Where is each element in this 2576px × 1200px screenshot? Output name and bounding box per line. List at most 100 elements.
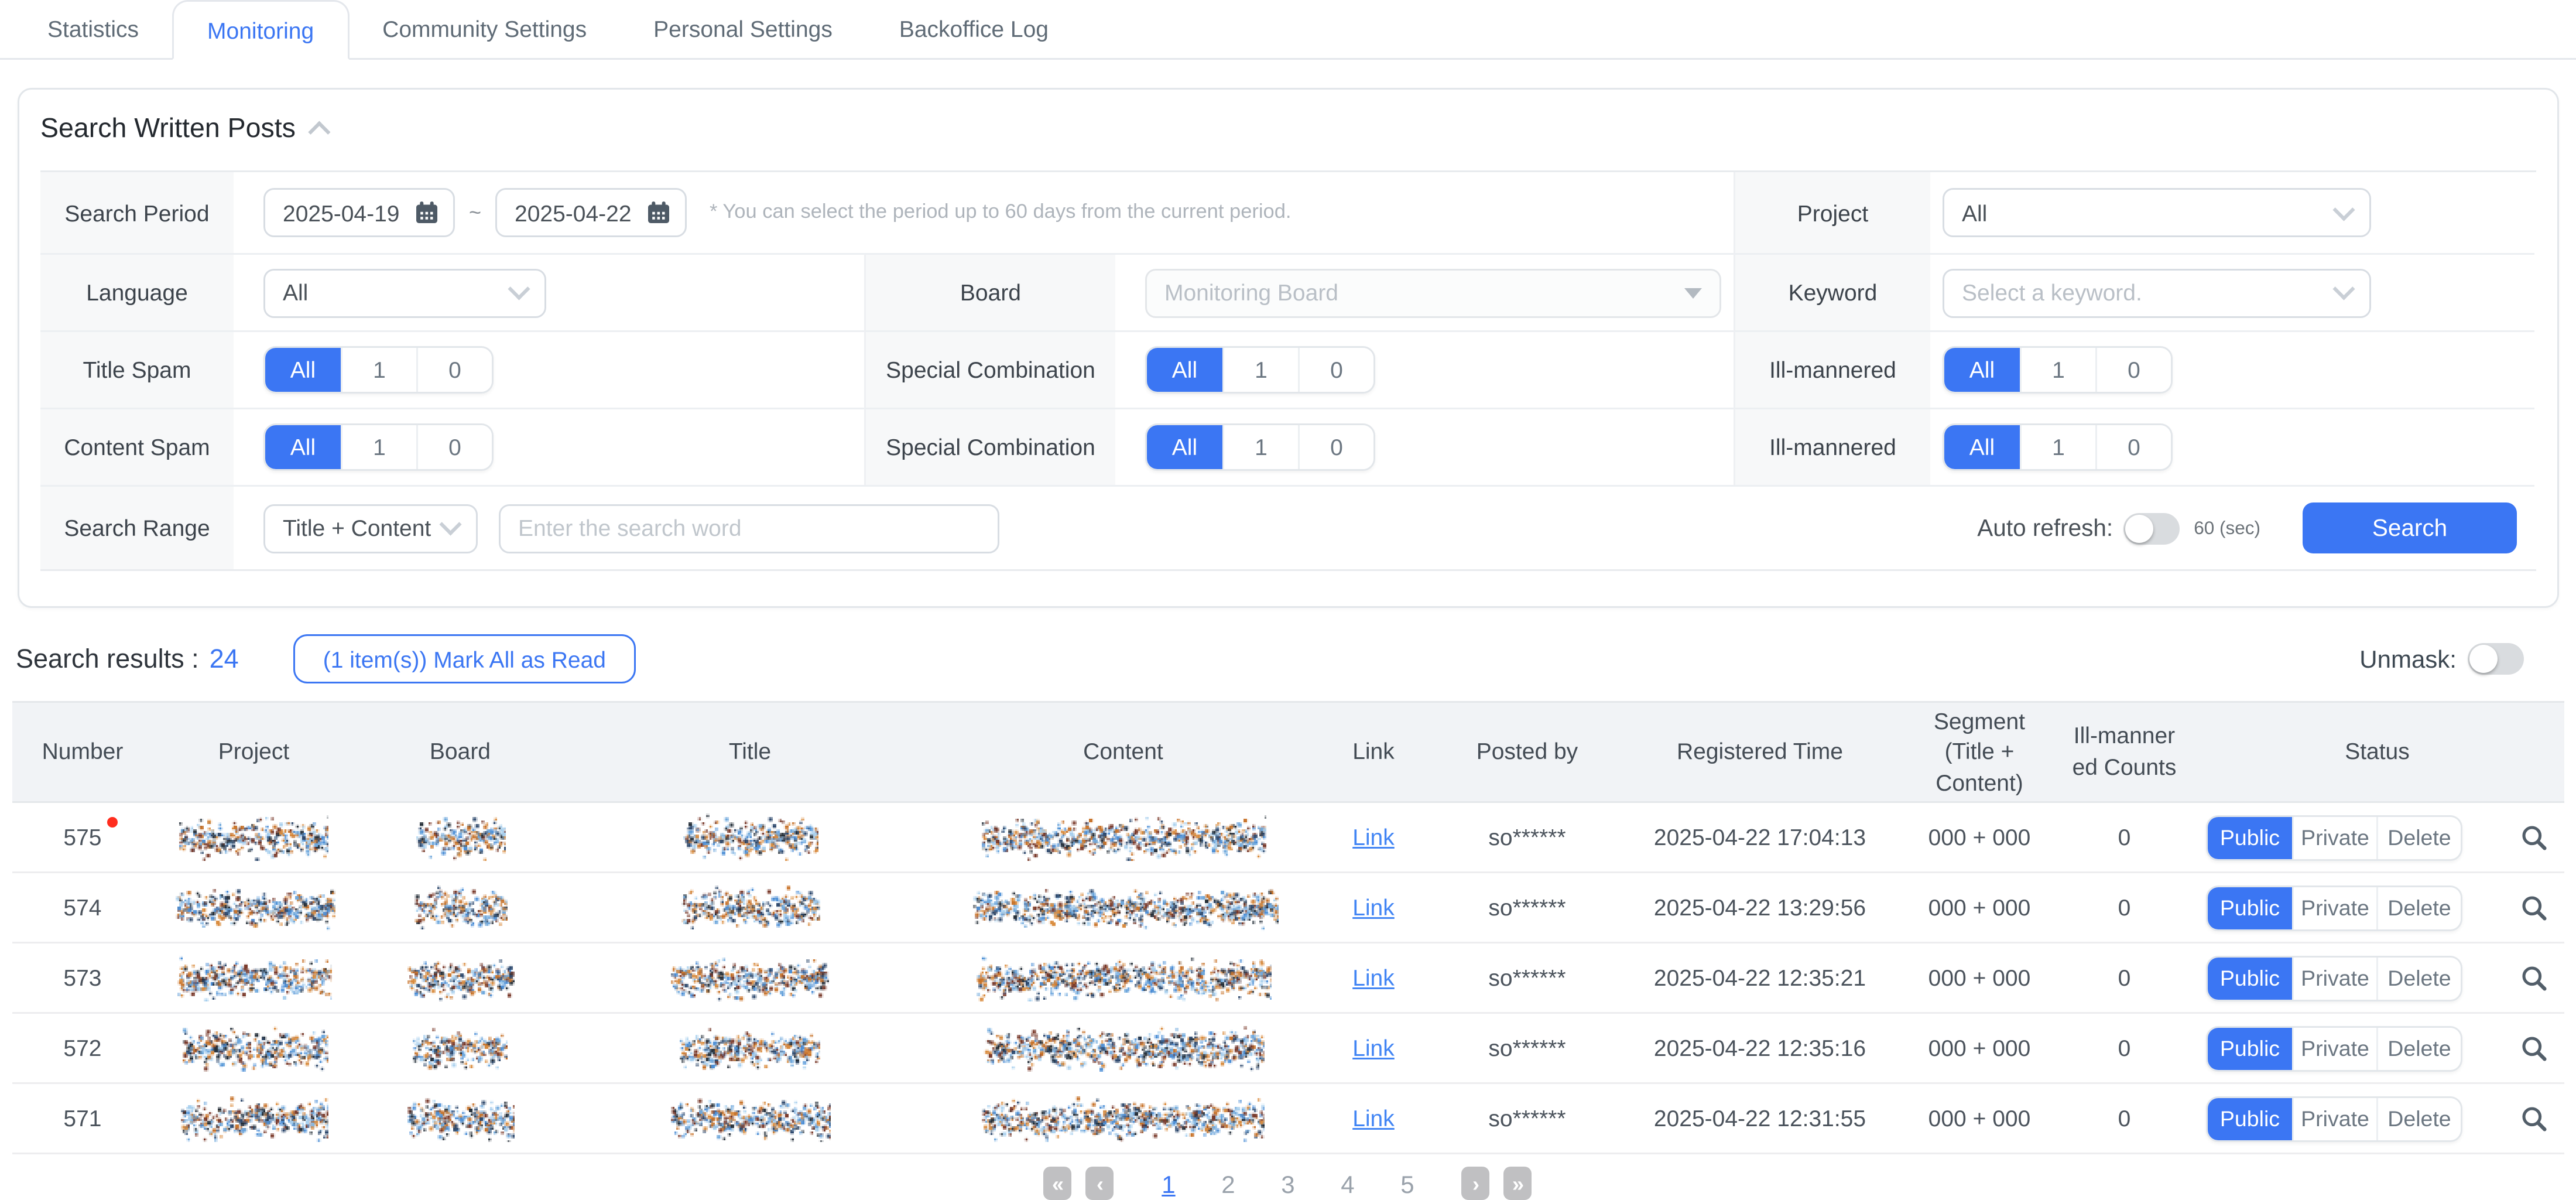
title-spam-all-button[interactable]: All xyxy=(265,348,341,392)
chevron-down-icon xyxy=(439,513,461,535)
masked-title-text xyxy=(683,813,818,861)
ill-mannered-0-button[interactable]: 0 xyxy=(2095,348,2171,392)
special-combination-0-button[interactable]: 0 xyxy=(1298,348,1373,392)
table-row: 574 Link so****** 2025-04-22 13:29:56 00… xyxy=(12,873,2564,943)
title-spam-1-button[interactable]: 1 xyxy=(341,348,416,392)
post-link[interactable]: Link xyxy=(1352,1035,1395,1061)
project-value: All xyxy=(1962,200,1987,226)
prev-page-button[interactable]: ‹ xyxy=(1086,1167,1114,1200)
search-word-input[interactable]: Enter the search word xyxy=(499,504,999,553)
ill-mannered-all-button[interactable]: All xyxy=(1944,348,2020,392)
post-link[interactable]: Link xyxy=(1352,965,1395,991)
ill-mannered-label: Ill-mannered xyxy=(1734,330,1930,408)
status-public-button[interactable]: Public xyxy=(2208,887,2292,929)
ill-mannered-all-button[interactable]: All xyxy=(1944,425,2020,469)
ill-mannered-1-button[interactable]: 1 xyxy=(2020,348,2095,392)
search-button[interactable]: Search xyxy=(2303,502,2517,553)
board-select[interactable]: Monitoring Board xyxy=(1145,268,1721,317)
keyword-placeholder: Select a keyword. xyxy=(1962,279,2142,306)
special-combination-1-button[interactable]: 1 xyxy=(1222,425,1298,469)
posted-by: so****** xyxy=(1435,873,1619,943)
status-segment: Public Private Delete xyxy=(2206,955,2462,1001)
post-link[interactable]: Link xyxy=(1352,824,1395,850)
ill-mannered-count: 0 xyxy=(2058,873,2190,943)
status-private-button[interactable]: Private xyxy=(2292,957,2376,999)
last-page-button[interactable]: » xyxy=(1504,1167,1532,1200)
title-spam-cell: All 1 0 xyxy=(234,330,864,408)
mark-all-read-button[interactable]: (1 item(s)) Mark All as Read xyxy=(293,634,636,683)
status-private-button[interactable]: Private xyxy=(2292,1098,2376,1140)
auto-refresh-toggle[interactable] xyxy=(2123,512,2180,544)
post-link[interactable]: Link xyxy=(1352,1105,1395,1131)
unmask-group: Unmask: xyxy=(2359,643,2523,675)
post-link[interactable]: Link xyxy=(1352,894,1395,921)
keyword-select[interactable]: Select a keyword. xyxy=(1943,268,2371,317)
special-combination-1-button[interactable]: 1 xyxy=(1222,348,1298,392)
tab-community-settings[interactable]: Community Settings xyxy=(349,0,620,58)
header-registered-time: Registered Time xyxy=(1619,702,1900,802)
registered-time: 2025-04-22 12:35:16 xyxy=(1619,1013,1900,1083)
language-select[interactable]: All xyxy=(263,268,546,317)
first-page-button[interactable]: « xyxy=(1044,1167,1072,1200)
project-select[interactable]: All xyxy=(1943,188,2371,237)
content-spam-segment: All 1 0 xyxy=(263,423,494,471)
ill-mannered-0-button[interactable]: 0 xyxy=(2095,425,2171,469)
unmask-toggle[interactable] xyxy=(2467,643,2523,675)
segment-counts: 000 + 000 xyxy=(1900,1083,2058,1154)
page-button-1[interactable]: 1 xyxy=(1146,1170,1191,1198)
ill-mannered-1-button[interactable]: 1 xyxy=(2020,425,2095,469)
pagination: « ‹ 12345 › » xyxy=(0,1167,2576,1200)
magnifier-icon[interactable] xyxy=(2520,1034,2548,1062)
magnifier-icon[interactable] xyxy=(2520,1105,2548,1133)
tab-monitoring[interactable]: Monitoring xyxy=(172,0,349,60)
status-delete-button[interactable]: Delete xyxy=(2376,816,2461,859)
table-row: 573 Link so****** 2025-04-22 12:35:21 00… xyxy=(12,943,2564,1013)
masked-board-text xyxy=(413,1024,508,1072)
page-button-3[interactable]: 3 xyxy=(1265,1170,1311,1198)
status-private-button[interactable]: Private xyxy=(2292,816,2376,859)
next-page-button[interactable]: › xyxy=(1462,1167,1490,1200)
special-combination-all-button[interactable]: All xyxy=(1147,425,1222,469)
status-private-button[interactable]: Private xyxy=(2292,1027,2376,1069)
magnifier-icon[interactable] xyxy=(2520,964,2548,992)
collapse-chevron-icon[interactable] xyxy=(309,120,331,142)
page-button-4[interactable]: 4 xyxy=(1325,1170,1371,1198)
content-spam-all-button[interactable]: All xyxy=(265,425,341,469)
special-combination-label: Special Combination xyxy=(864,408,1115,485)
status-public-button[interactable]: Public xyxy=(2208,1098,2292,1140)
magnifier-icon[interactable] xyxy=(2520,894,2548,922)
content-spam-0-button[interactable]: 0 xyxy=(416,425,492,469)
ill-mannered-segment: All 1 0 xyxy=(1943,423,2173,471)
search-results-label: Search results : xyxy=(16,644,199,674)
masked-project-text xyxy=(180,1024,328,1072)
tab-personal-settings[interactable]: Personal Settings xyxy=(620,0,866,58)
status-private-button[interactable]: Private xyxy=(2292,887,2376,929)
status-delete-button[interactable]: Delete xyxy=(2376,1027,2461,1069)
status-delete-button[interactable]: Delete xyxy=(2376,957,2461,999)
status-delete-button[interactable]: Delete xyxy=(2376,1098,2461,1140)
status-public-button[interactable]: Public xyxy=(2208,1027,2292,1069)
status-delete-button[interactable]: Delete xyxy=(2376,887,2461,929)
triangle-down-icon xyxy=(1684,288,1702,298)
masked-content-text xyxy=(969,884,1278,931)
date-to-input[interactable]: 2025-04-22 xyxy=(495,188,687,237)
calendar-icon xyxy=(415,200,439,225)
page-button-5[interactable]: 5 xyxy=(1385,1170,1430,1198)
status-public-button[interactable]: Public xyxy=(2208,957,2292,999)
page-button-2[interactable]: 2 xyxy=(1205,1170,1251,1198)
magnifier-icon[interactable] xyxy=(2520,823,2548,852)
search-written-posts-panel: Search Written Posts Search Period 2025-… xyxy=(18,88,2558,608)
tab-backoffice-log[interactable]: Backoffice Log xyxy=(866,0,1082,58)
special-combination-0-button[interactable]: 0 xyxy=(1298,425,1373,469)
content-spam-1-button[interactable]: 1 xyxy=(341,425,416,469)
registered-time: 2025-04-22 13:29:56 xyxy=(1619,873,1900,943)
language-label: Language xyxy=(40,253,234,330)
ill-mannered-count: 0 xyxy=(2058,1083,2190,1154)
special-combination-all-button[interactable]: All xyxy=(1147,348,1222,392)
date-from-input[interactable]: 2025-04-19 xyxy=(263,188,455,237)
header-link: Link xyxy=(1312,702,1435,802)
status-public-button[interactable]: Public xyxy=(2208,816,2292,859)
title-spam-0-button[interactable]: 0 xyxy=(416,348,492,392)
tab-statistics[interactable]: Statistics xyxy=(14,0,172,58)
search-range-select[interactable]: Title + Content xyxy=(263,504,478,553)
